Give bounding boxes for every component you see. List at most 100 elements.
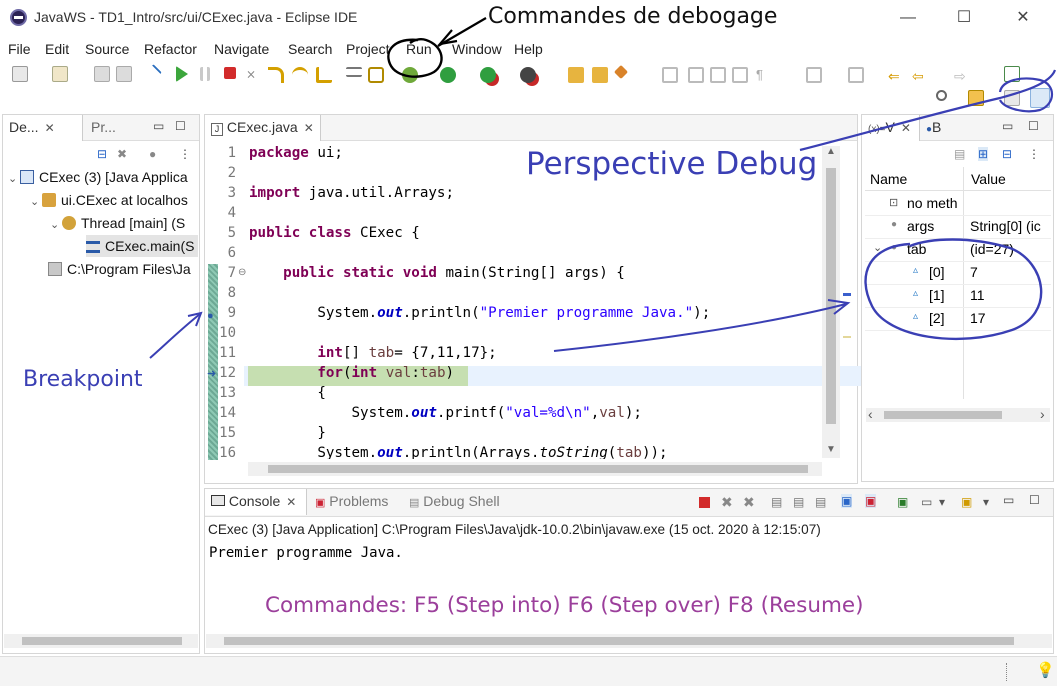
chevron-down-icon[interactable]: ▾	[983, 495, 989, 509]
terminate-icon[interactable]	[224, 67, 236, 79]
code-line[interactable]: System.out.println(Arrays.toString(tab))…	[249, 445, 667, 459]
new-icon[interactable]	[12, 66, 28, 82]
code-line[interactable]: public class CExec {	[249, 225, 420, 241]
minimize-button[interactable]: —	[888, 6, 928, 30]
remove-all-terminated-icon[interactable]: ✖	[743, 494, 755, 511]
minimize-view-icon[interactable]: ▭	[153, 119, 164, 133]
run-coverage-icon[interactable]	[480, 67, 496, 83]
scroll-lock-icon[interactable]: ▤	[793, 495, 804, 509]
chevron-down-icon[interactable]: ▾	[939, 495, 945, 509]
code-line[interactable]: int[] tab= {7,11,17};	[249, 345, 496, 361]
overview-marker[interactable]	[843, 293, 851, 296]
next-annotation-icon[interactable]	[806, 67, 822, 83]
maximize-view-icon[interactable]: ☐	[175, 119, 186, 133]
scroll-thumb[interactable]	[826, 168, 836, 424]
breakpoint-icon[interactable]: ●	[207, 310, 214, 322]
column-header-value[interactable]: Value	[971, 171, 1006, 187]
word-wrap-icon[interactable]: ▤	[815, 495, 826, 509]
show-type-names-icon[interactable]: ▤	[954, 147, 965, 161]
tab-console[interactable]: Console ✕	[205, 489, 307, 515]
save-icon[interactable]	[94, 66, 110, 82]
remove-terminated-icon[interactable]: ✖	[117, 147, 127, 161]
tab-debug-shell[interactable]: ▤ Debug Shell	[403, 489, 513, 515]
variable-row[interactable]: ⊡ no meth	[865, 193, 1051, 216]
column-header-name[interactable]: Name	[870, 171, 907, 187]
variable-row[interactable]: ▵ [0] 7	[865, 262, 1051, 285]
menu-project[interactable]: Project	[346, 41, 390, 57]
menu-file[interactable]: File	[8, 41, 31, 57]
view-menu-icon[interactable]: ⋮	[1028, 147, 1040, 161]
forward-icon[interactable]: ⇨	[954, 68, 970, 84]
scroll-thumb[interactable]	[22, 637, 182, 645]
menu-navigate[interactable]: Navigate	[214, 41, 269, 57]
display-console-icon[interactable]: ▭	[921, 495, 932, 509]
chevron-down-icon[interactable]: ⌄	[8, 168, 20, 190]
tab-breakpoints[interactable]: ●B	[920, 115, 972, 141]
pin-console-icon[interactable]: ▣	[897, 495, 908, 509]
tree-process[interactable]: C:\Program Files\Ja	[48, 258, 198, 280]
java-perspective-icon[interactable]	[968, 90, 984, 106]
skip-breakpoints-icon[interactable]	[142, 64, 162, 84]
code-line[interactable]: }	[249, 425, 326, 441]
scroll-thumb[interactable]	[884, 411, 1002, 419]
thread-filter-icon[interactable]: ●	[149, 147, 156, 161]
scroll-thumb[interactable]	[224, 637, 1014, 645]
close-icon[interactable]: ✕	[45, 121, 55, 135]
code-line[interactable]: import java.util.Arrays;	[249, 185, 454, 201]
step-over-icon[interactable]	[292, 67, 308, 83]
code-line[interactable]: package ui;	[249, 145, 343, 161]
chevron-down-icon[interactable]: ⌄	[50, 214, 62, 236]
drop-to-frame-icon[interactable]	[346, 67, 362, 77]
save-all-icon[interactable]	[116, 66, 132, 82]
minimize-view-icon[interactable]: ▭	[1003, 493, 1014, 507]
tab-cexec-java[interactable]: J CExec.java ✕	[205, 115, 321, 141]
collapse-all-icon[interactable]: ⊟	[97, 147, 107, 161]
variables-hscrollbar[interactable]	[866, 408, 1050, 422]
paragraph-icon[interactable]: ¶	[756, 67, 772, 83]
external-tools-icon[interactable]	[520, 67, 536, 83]
scroll-thumb[interactable]	[268, 465, 808, 473]
close-icon[interactable]: ✕	[304, 121, 314, 135]
disconnect-icon[interactable]: ⨯	[246, 67, 262, 83]
chevron-down-icon[interactable]: ⌄	[873, 241, 882, 254]
overview-marker[interactable]	[843, 336, 851, 338]
editor-vscrollbar[interactable]	[822, 146, 840, 458]
resume-icon[interactable]	[176, 66, 188, 82]
chevron-down-icon[interactable]: ▼	[826, 444, 836, 455]
menu-edit[interactable]: Edit	[45, 41, 69, 57]
chevron-left-icon[interactable]: ‹	[868, 406, 873, 422]
tree-launch[interactable]: ⌄ CExec (3) [Java Applica	[8, 166, 188, 188]
java-ee-perspective-icon[interactable]	[1004, 90, 1020, 106]
menu-search[interactable]: Search	[288, 41, 332, 57]
run-icon[interactable]	[440, 67, 456, 83]
search-pencil-icon[interactable]	[613, 64, 629, 80]
step-into-icon[interactable]	[268, 67, 284, 83]
show-on-stdout-icon[interactable]: ▣	[841, 494, 853, 508]
use-step-filters-icon[interactable]	[368, 67, 384, 83]
show-logical-structure-icon[interactable]: ⊞	[978, 147, 989, 161]
code-line[interactable]: for(int val:tab)	[249, 365, 454, 381]
toggle-block-icon[interactable]	[710, 67, 726, 83]
show-on-stderr-icon[interactable]: ▣	[865, 494, 877, 508]
remove-launch-icon[interactable]: ✖	[721, 494, 733, 511]
prev-annotation-icon[interactable]	[848, 67, 864, 83]
open-console-icon[interactable]: ▣	[961, 495, 972, 509]
console-output[interactable]: Premier programme Java.	[209, 545, 403, 561]
menu-source[interactable]: Source	[85, 41, 129, 57]
code-line[interactable]: System.out.printf("val=%d\n",val);	[249, 405, 641, 421]
maximize-view-icon[interactable]: ☐	[1029, 493, 1040, 507]
suspend-icon[interactable]	[200, 67, 210, 81]
view-menu-icon[interactable]: ⋮	[179, 147, 191, 161]
debug-icon[interactable]	[402, 67, 418, 83]
menu-help[interactable]: Help	[514, 41, 543, 57]
close-icon[interactable]: ✕	[901, 121, 911, 135]
step-return-icon[interactable]	[316, 67, 332, 83]
tab-variables[interactable]: (x)=V ✕	[862, 115, 920, 141]
code-line[interactable]: {	[249, 385, 326, 401]
debug-view-scrollbar[interactable]	[4, 634, 198, 648]
menu-refactor[interactable]: Refactor	[144, 41, 197, 57]
show-whitespace-icon[interactable]	[732, 67, 748, 83]
maximize-view-icon[interactable]: ☐	[1028, 119, 1039, 133]
tree-thread[interactable]: ⌄ Thread [main] (S	[50, 212, 185, 234]
back-icon[interactable]: ⇦	[912, 68, 928, 84]
